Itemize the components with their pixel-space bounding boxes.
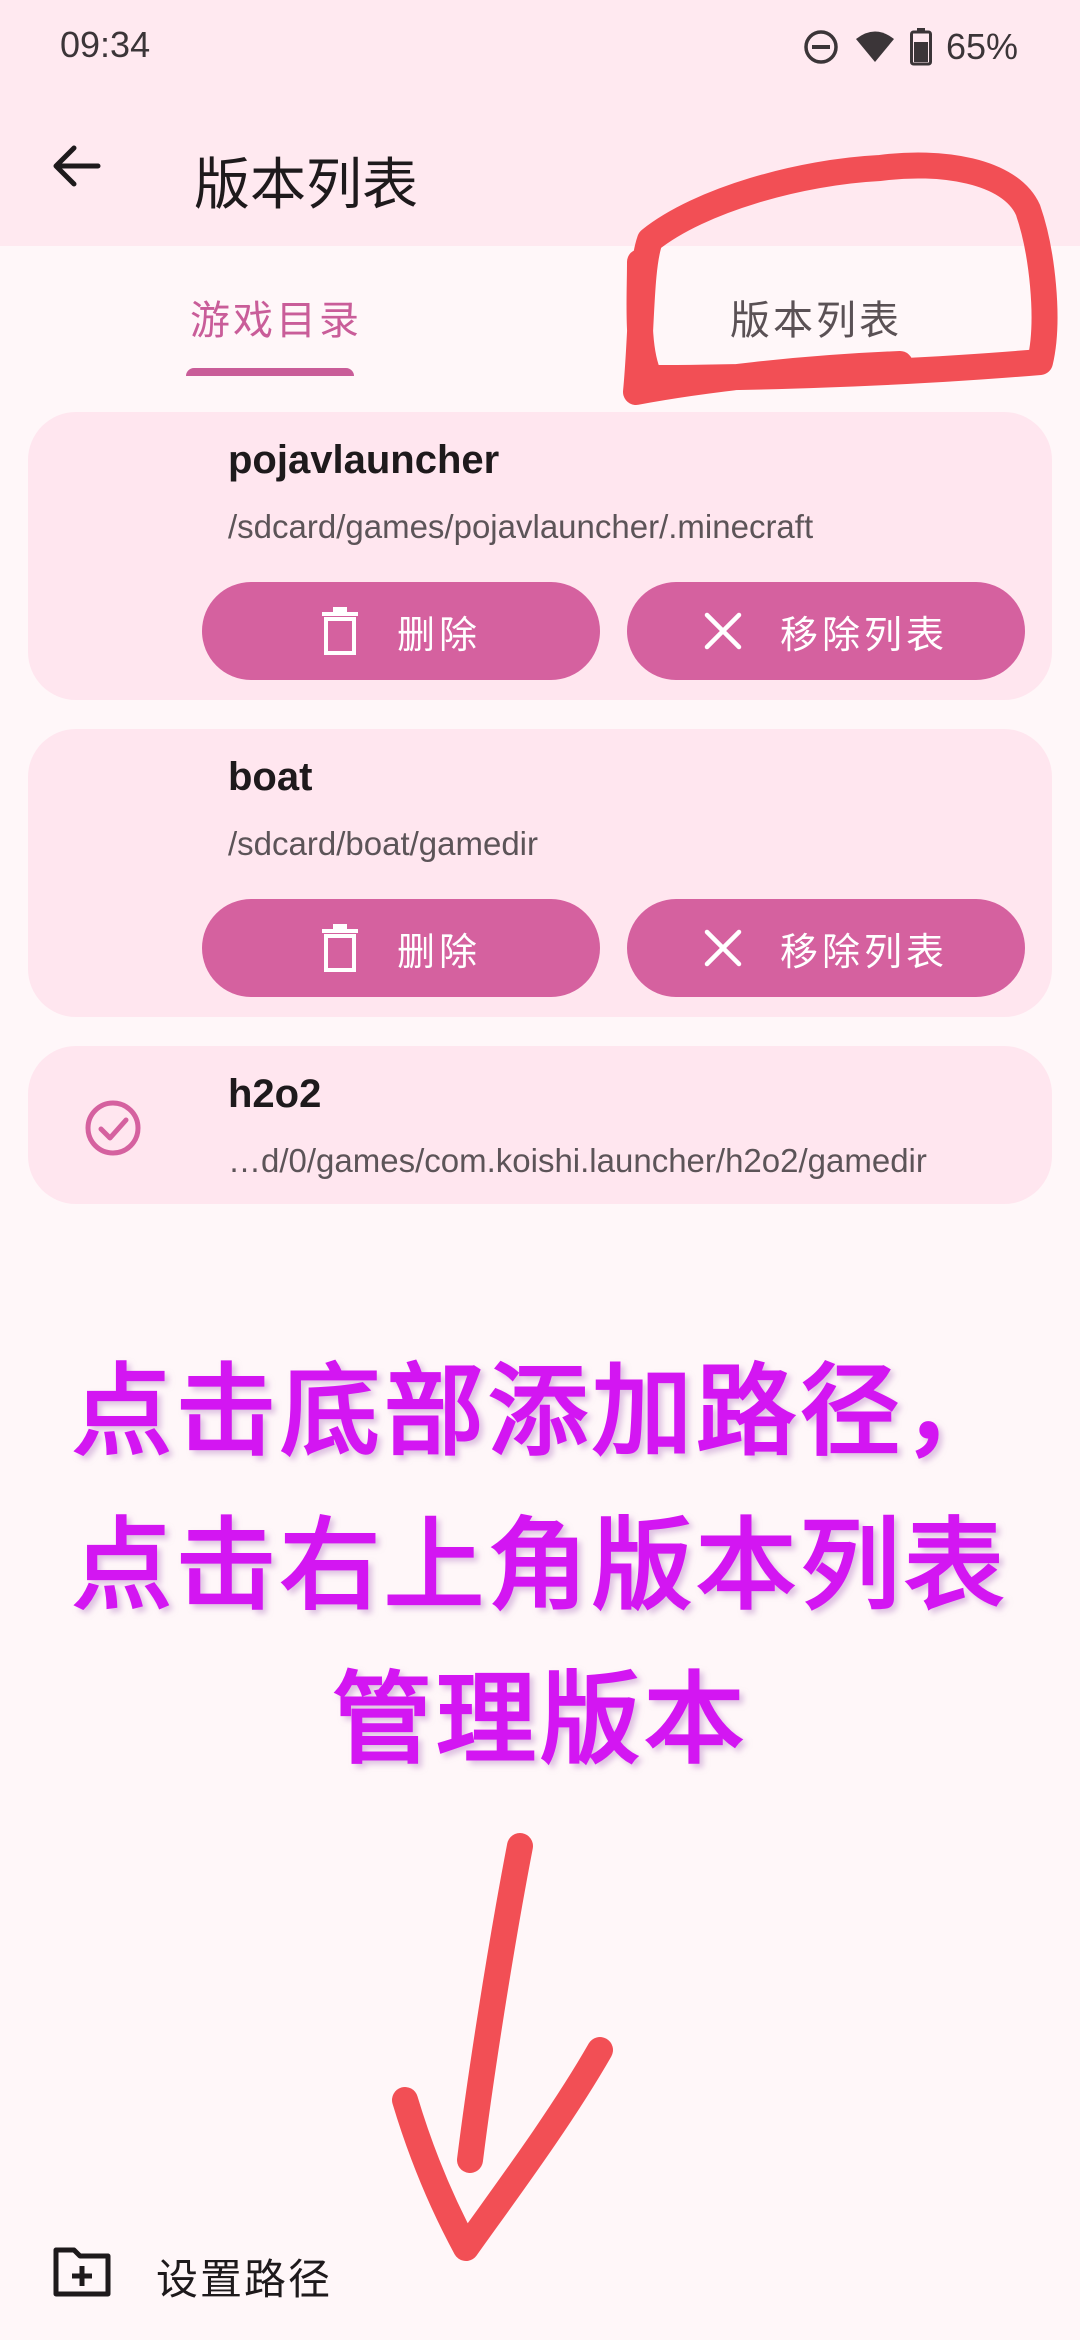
delete-label: 删除: [396, 614, 481, 657]
arrow-back-icon: [53, 145, 101, 187]
battery-percentage: 65%: [945, 26, 1018, 67]
set-path-label: 设置路径: [156, 2256, 333, 2303]
status-icons: 65%: [802, 22, 1018, 72]
directory-card-h2o2[interactable]: h2o2 …d/0/games/com.koishi.launcher/h2o2…: [28, 1046, 1052, 1204]
battery-icon: [909, 28, 932, 66]
top-app-bar: 版本列表: [0, 100, 1080, 246]
page-title: 版本列表: [194, 153, 418, 216]
check-circle-icon: [85, 1100, 141, 1156]
trash-icon: [321, 607, 358, 655]
tab-version-list[interactable]: 版本列表: [730, 288, 902, 346]
tab-indicator: [186, 368, 354, 376]
do-not-disturb-icon: [802, 28, 840, 66]
annotation-line: 点击底部添加路径，: [72, 1353, 1008, 1470]
annotation-line: 点击右上角版本列表: [72, 1507, 1008, 1624]
directory-card-boat[interactable]: boat /sdcard/boat/gamedir 删除 移除列表: [28, 729, 1052, 1017]
tab-row: 游戏目录 版本列表: [0, 246, 1080, 376]
status-bar: 09:34 65%: [0, 0, 1080, 100]
markup-arrow: [392, 1833, 613, 2261]
remove-from-list-button[interactable]: 移除列表: [627, 899, 1025, 997]
close-icon: [704, 612, 742, 650]
remove-from-list-button[interactable]: 移除列表: [627, 582, 1025, 680]
close-icon: [704, 929, 742, 967]
directory-name: h2o2: [228, 1072, 322, 1116]
annotation-line: 管理版本: [332, 1661, 748, 1778]
directory-card-pojavlauncher[interactable]: pojavlauncher /sdcard/games/pojavlaunche…: [28, 412, 1052, 700]
delete-label: 删除: [396, 931, 481, 974]
directory-path: …d/0/games/com.koishi.launcher/h2o2/game…: [228, 1142, 927, 1179]
set-path-button[interactable]: 设置路径: [0, 2220, 540, 2330]
status-time: 09:34: [60, 24, 151, 65]
trash-icon: [321, 924, 358, 972]
delete-button[interactable]: 删除: [202, 899, 600, 997]
directory-path: /sdcard/boat/gamedir: [228, 825, 539, 862]
delete-button[interactable]: 删除: [202, 582, 600, 680]
wifi-icon: [854, 30, 896, 64]
remove-label: 移除列表: [779, 614, 948, 657]
folder-add-icon: [53, 2247, 111, 2297]
tab-game-directories[interactable]: 游戏目录: [190, 288, 362, 346]
directory-name: pojavlauncher: [228, 438, 500, 482]
annotation-text: 点击底部添加路径， 点击右上角版本列表 管理版本: [0, 1335, 1080, 1797]
directory-path: /sdcard/games/pojavlauncher/.minecraft: [228, 508, 814, 545]
directory-name: boat: [228, 755, 313, 799]
back-button[interactable]: [38, 128, 114, 204]
remove-label: 移除列表: [779, 931, 948, 974]
